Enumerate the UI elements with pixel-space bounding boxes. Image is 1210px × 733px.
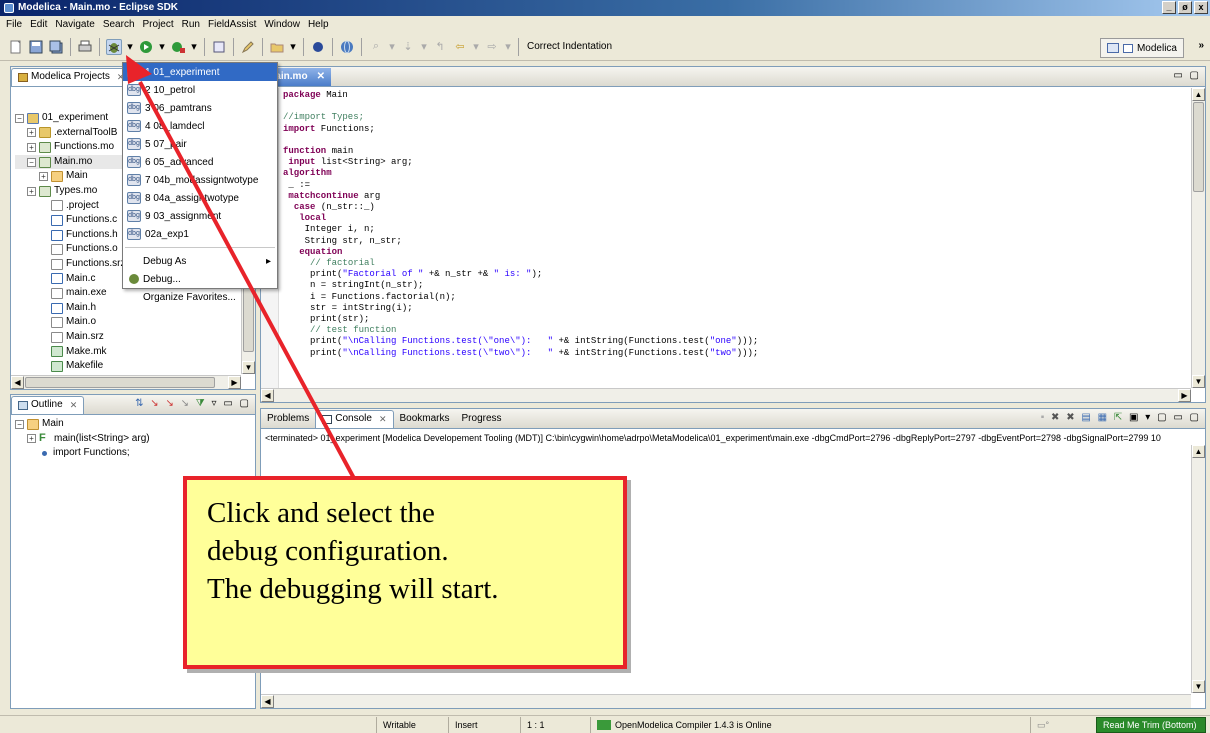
callout-line-2: debug configuration.	[207, 535, 449, 567]
callout-line-1: Click and select the	[207, 497, 435, 529]
arrow-head	[126, 55, 152, 84]
callout-line-3: The debugging will start.	[207, 573, 499, 605]
arrow-shaft	[138, 81, 358, 483]
instruction-callout: Click and select the debug configuration…	[183, 476, 627, 669]
